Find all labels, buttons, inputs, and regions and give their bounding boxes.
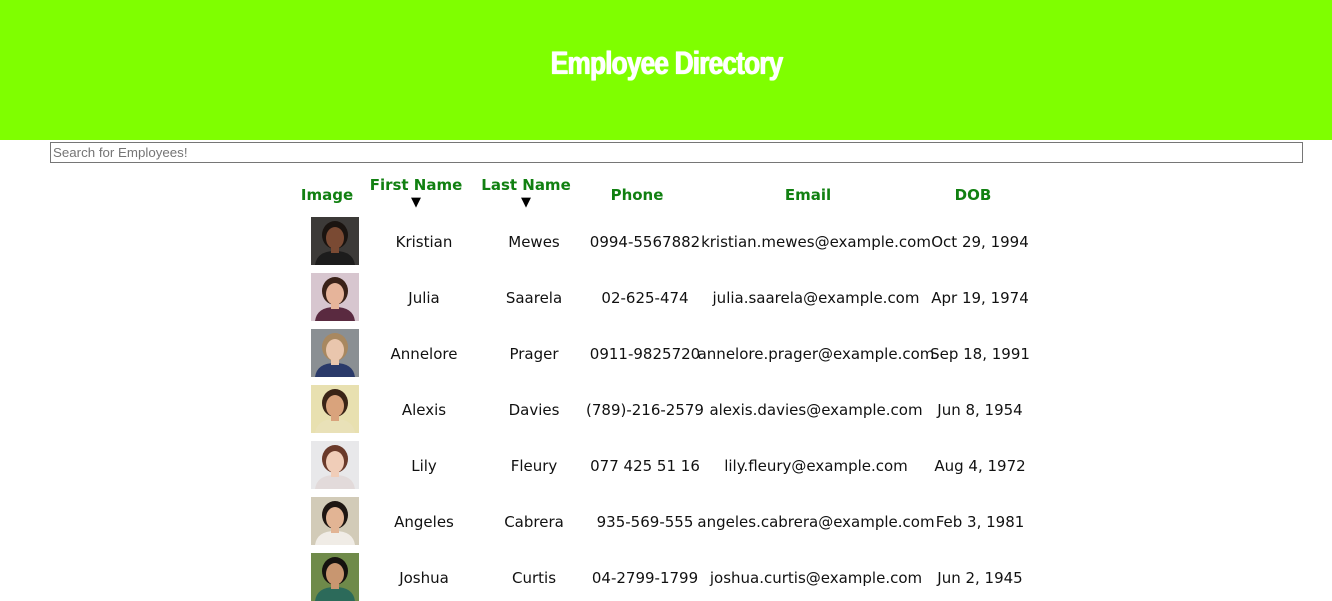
cell-email: joshua.curtis@example.com — [709, 569, 923, 587]
cell-phone: 935-569-555 — [596, 513, 694, 531]
cell-dob: Sep 18, 1991 — [930, 345, 1030, 363]
cell-first-name: Annelore — [390, 345, 458, 363]
cell-phone: 077 425 51 16 — [590, 457, 700, 475]
cell-first-name: Alexis — [401, 401, 447, 419]
cell-first-name: Angeles — [394, 513, 454, 531]
column-header-dob: DOB — [955, 185, 992, 205]
page-title: Employee Directory — [550, 44, 783, 81]
cell-email: lily.fleury@example.com — [724, 457, 908, 475]
column-header-dob-label: DOB — [954, 186, 992, 204]
column-header-first-name-label: First Name — [369, 176, 463, 194]
employee-avatar — [311, 217, 359, 265]
cell-last-name: Fleury — [510, 457, 558, 475]
cell-dob: Aug 4, 1972 — [934, 457, 1026, 475]
sort-down-icon[interactable]: ▼ — [481, 195, 570, 211]
search-input[interactable] — [50, 142, 1303, 163]
column-header-image: Image — [301, 185, 353, 205]
cell-first-name: Julia — [408, 289, 440, 307]
cell-dob: Apr 19, 1974 — [931, 289, 1029, 307]
cell-last-name: Prager — [509, 345, 559, 363]
cell-email: julia.saarela@example.com — [712, 289, 920, 307]
column-header-phone: Phone — [611, 185, 664, 205]
page-header: Employee Directory — [0, 0, 1332, 140]
employee-avatar — [311, 441, 359, 489]
cell-email: annelore.prager@example.com — [697, 345, 935, 363]
cell-dob: Jun 2, 1945 — [937, 569, 1023, 587]
column-header-last-name[interactable]: Last Name ▼ — [481, 175, 570, 211]
cell-phone: (789)-216-2579 — [586, 401, 704, 419]
cell-dob: Jun 8, 1954 — [937, 401, 1023, 419]
sort-down-icon[interactable]: ▼ — [370, 195, 463, 211]
cell-first-name: Kristian — [395, 233, 453, 251]
employee-avatar — [311, 385, 359, 433]
cell-email: angeles.cabrera@example.com — [697, 513, 935, 531]
column-header-phone-label: Phone — [610, 186, 664, 204]
cell-phone: 02-625-474 — [601, 289, 689, 307]
cell-first-name: Joshua — [399, 569, 449, 587]
cell-dob: Feb 3, 1981 — [935, 513, 1025, 531]
employee-avatar — [311, 553, 359, 601]
cell-last-name: Cabrera — [504, 513, 564, 531]
cell-email: alexis.davies@example.com — [709, 401, 923, 419]
cell-last-name: Mewes — [508, 233, 560, 251]
cell-last-name: Davies — [508, 401, 560, 419]
cell-dob: Oct 29, 1994 — [931, 233, 1029, 251]
cell-last-name: Curtis — [511, 569, 557, 587]
cell-last-name: Saarela — [505, 289, 563, 307]
employee-avatar — [311, 273, 359, 321]
column-header-last-name-label: Last Name — [481, 176, 571, 194]
column-header-email-label: Email — [784, 186, 832, 204]
cell-phone: 0994-5567882 — [589, 233, 701, 251]
cell-first-name: Lily — [411, 457, 437, 475]
cell-phone: 04-2799-1799 — [591, 569, 699, 587]
cell-email: kristian.mewes@example.com — [701, 233, 931, 251]
column-header-email: Email — [785, 185, 831, 205]
cell-phone: 0911-9825720 — [589, 345, 701, 363]
column-header-image-label: Image — [300, 186, 354, 204]
employee-avatar — [311, 497, 359, 545]
employee-avatar — [311, 329, 359, 377]
column-header-first-name[interactable]: First Name ▼ — [370, 175, 463, 211]
